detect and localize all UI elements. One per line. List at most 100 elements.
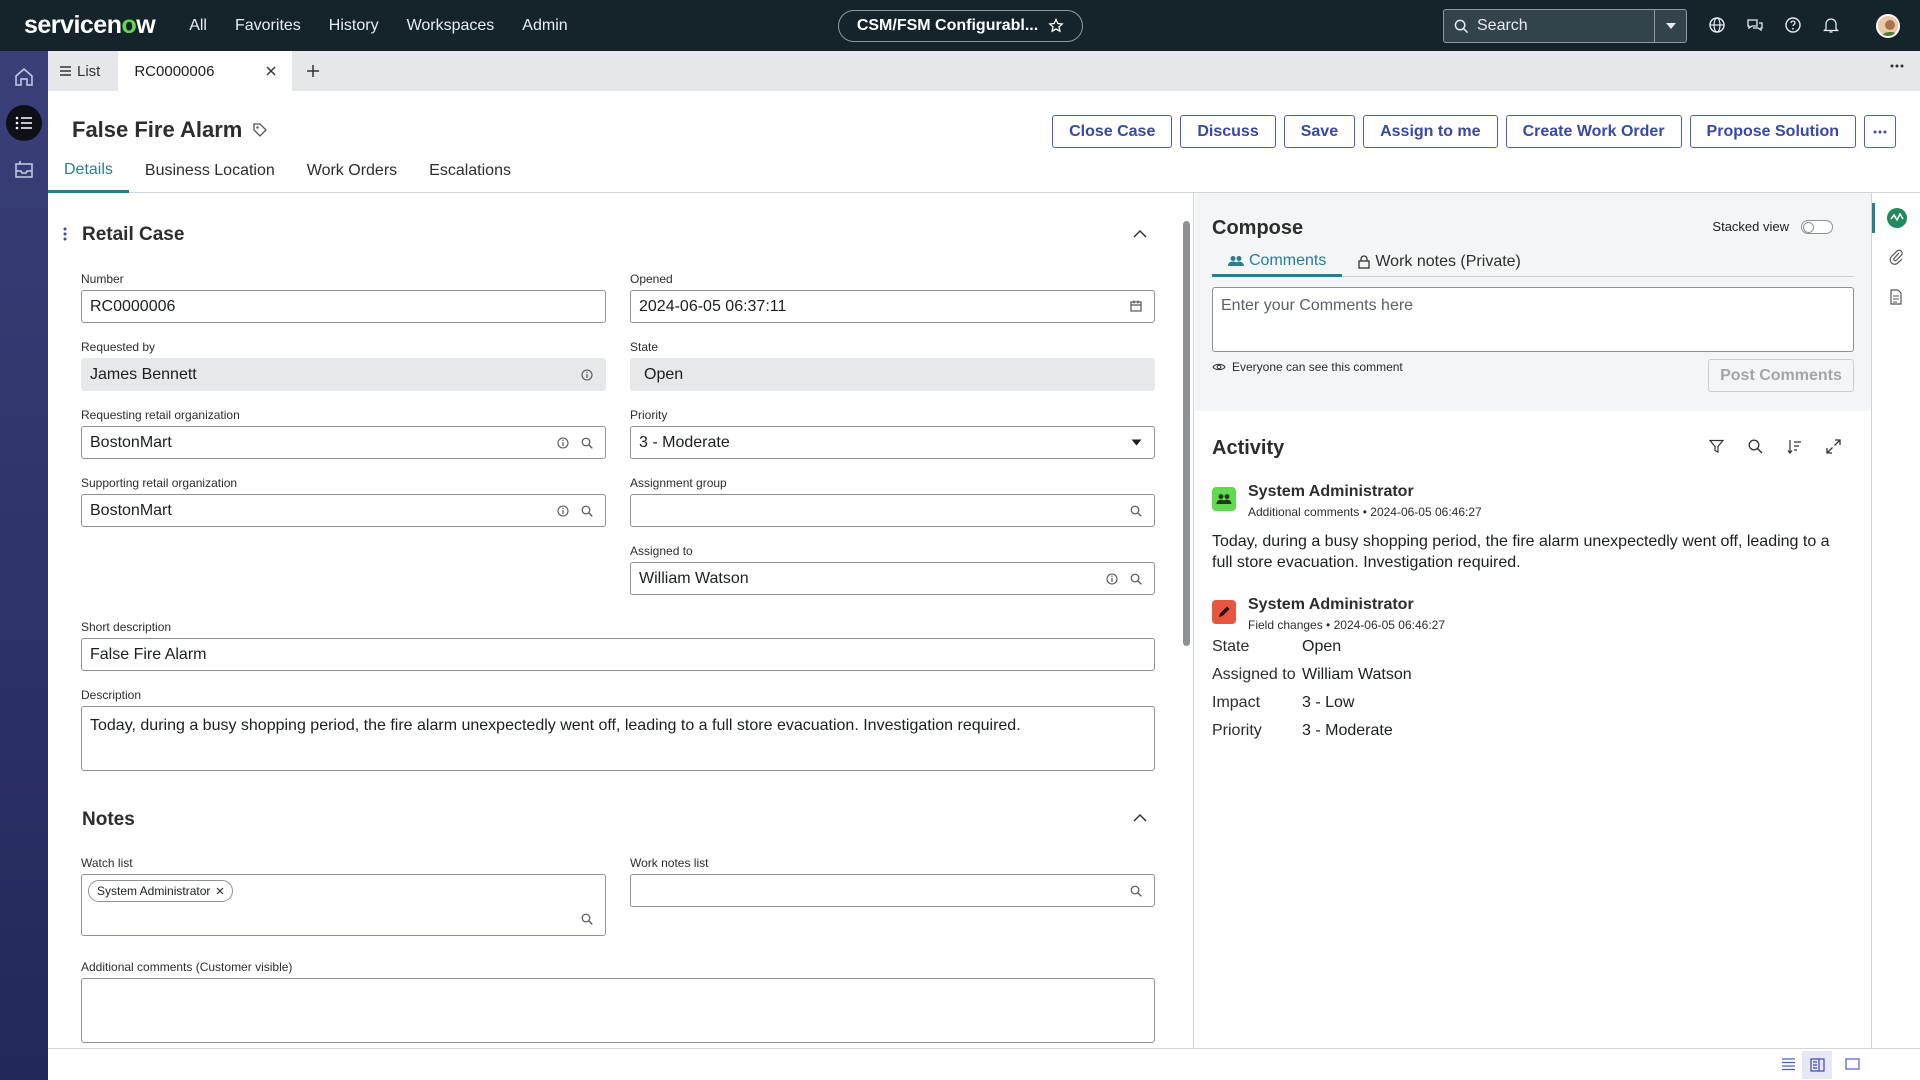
create-work-order-button[interactable]: Create Work Order (1505, 115, 1682, 148)
layout-single-icon[interactable] (1845, 1057, 1860, 1071)
rail-home[interactable] (10, 63, 38, 91)
assign-to-me-button[interactable]: Assign to me (1363, 115, 1498, 148)
tag-icon[interactable] (252, 122, 268, 138)
additional-comments-textarea[interactable] (81, 978, 1155, 1043)
rail-inbox[interactable] (10, 155, 38, 183)
servicenow-logo[interactable]: servicenow (24, 11, 156, 40)
tab-escalations[interactable]: Escalations (413, 149, 527, 193)
add-tab-icon[interactable] (306, 64, 320, 78)
search-icon[interactable] (581, 913, 593, 925)
activity-author[interactable]: System Administrator (1248, 596, 1414, 614)
document-icon[interactable] (1890, 289, 1902, 305)
globe-icon[interactable] (1708, 16, 1726, 34)
tab-list[interactable]: List (48, 51, 112, 91)
rail-list[interactable] (6, 105, 42, 141)
layout-list-icon[interactable] (1781, 1057, 1796, 1071)
paperclip-icon[interactable] (1889, 249, 1903, 265)
compose-tabs: Comments Work notes (Private) (1212, 247, 1854, 277)
search-icon[interactable] (1130, 885, 1142, 897)
tab-business-location[interactable]: Business Location (129, 149, 291, 193)
nav-workspaces[interactable]: Workspaces (407, 17, 495, 35)
search-icon[interactable] (581, 437, 593, 449)
search-input[interactable]: Search (1477, 17, 1654, 35)
users-icon (1216, 494, 1232, 504)
assignment-group-field[interactable] (630, 494, 1155, 527)
info-icon[interactable] (557, 505, 569, 517)
discuss-button[interactable]: Discuss (1180, 115, 1276, 148)
expand-icon[interactable] (1826, 439, 1841, 454)
layout-split-selected[interactable] (1802, 1051, 1832, 1079)
stacked-view-toggle[interactable]: Stacked view (1712, 219, 1833, 234)
close-case-button[interactable]: Close Case (1052, 115, 1173, 148)
tab-record[interactable]: RC0000006 (118, 51, 293, 91)
chevron-up-icon[interactable] (1133, 813, 1147, 822)
visibility-text: Everyone can see this comment (1232, 360, 1403, 374)
section-notes: Notes (82, 809, 135, 830)
requested-by-field: James Bennett (81, 358, 606, 391)
nav-favorites[interactable]: Favorites (235, 17, 301, 35)
watch-list-chip[interactable]: System Administrator (88, 880, 234, 902)
close-icon[interactable] (266, 66, 276, 76)
bell-icon[interactable] (1822, 16, 1840, 34)
tab-record-label: RC0000006 (134, 62, 215, 80)
description-textarea[interactable]: Today, during a busy shopping period, th… (81, 706, 1155, 771)
filter-icon[interactable] (1709, 439, 1724, 454)
info-icon[interactable] (1106, 573, 1118, 585)
nav-history[interactable]: History (329, 17, 379, 35)
short-description-field[interactable]: False Fire Alarm (81, 638, 1155, 671)
more-actions-button[interactable] (1864, 115, 1896, 148)
supporting-org-label: Supporting retail organization (81, 476, 238, 490)
user-avatar[interactable] (1876, 14, 1900, 38)
requesting-org-value: BostonMart (90, 433, 172, 451)
priority-select[interactable]: 3 - Moderate (630, 426, 1155, 459)
tab-details[interactable]: Details (48, 149, 129, 193)
search-icon[interactable] (1130, 505, 1142, 517)
save-button[interactable]: Save (1283, 115, 1356, 148)
activity-stream-icon[interactable] (1886, 207, 1908, 229)
side-panel: Compose Stacked view Comments Work notes… (1195, 193, 1871, 1048)
tab-work-orders[interactable]: Work Orders (291, 149, 413, 193)
star-icon[interactable] (1048, 18, 1064, 34)
search-icon[interactable] (1748, 439, 1763, 454)
stacked-view-switch[interactable] (1801, 219, 1833, 234)
users-icon (1228, 255, 1244, 266)
top-bar: servicenow All Favorites History Workspa… (0, 0, 1920, 51)
assigned-to-field[interactable]: William Watson (630, 562, 1155, 595)
global-search[interactable]: Search (1443, 9, 1687, 43)
priority-value: 3 - Moderate (639, 433, 730, 451)
comment-input[interactable]: Enter your Comments here (1212, 287, 1854, 352)
help-icon[interactable] (1784, 16, 1802, 34)
opened-field[interactable]: 2024-06-05 06:37:11 (630, 290, 1155, 323)
field-change-name: Assigned to (1212, 666, 1296, 683)
more-horizontal-icon[interactable] (1890, 64, 1904, 68)
tab-work-notes[interactable]: Work notes (Private) (1342, 247, 1537, 277)
form-scrollbar[interactable] (1183, 221, 1190, 646)
calendar-icon[interactable] (1130, 300, 1142, 312)
supporting-org-field[interactable]: BostonMart (81, 494, 606, 527)
watch-list-field[interactable]: System Administrator (81, 874, 606, 936)
search-icon[interactable] (1130, 573, 1142, 585)
activity-author[interactable]: System Administrator (1248, 483, 1414, 501)
section-menu-icon[interactable] (63, 227, 67, 241)
tab-comments[interactable]: Comments (1212, 247, 1343, 277)
nav-all[interactable]: All (189, 17, 207, 35)
post-comments-button[interactable]: Post Comments (1708, 359, 1854, 392)
chevron-up-icon[interactable] (1133, 229, 1147, 238)
search-icon[interactable] (581, 505, 593, 517)
chat-icon[interactable] (1746, 16, 1764, 34)
info-icon[interactable] (557, 437, 569, 449)
field-change-value: Open (1302, 638, 1342, 655)
number-field[interactable]: RC0000006 (81, 290, 606, 323)
propose-solution-button[interactable]: Propose Solution (1689, 115, 1856, 148)
requesting-org-field[interactable]: BostonMart (81, 426, 606, 459)
app-context-pill[interactable]: CSM/FSM Configurabl... (838, 10, 1083, 42)
assignment-group-label: Assignment group (630, 476, 727, 490)
close-icon[interactable] (216, 887, 224, 895)
section-retail-case: Retail Case (82, 224, 185, 245)
sort-icon[interactable] (1787, 439, 1802, 454)
search-scope-dropdown[interactable] (1654, 10, 1686, 42)
work-notes-list-field[interactable] (630, 874, 1155, 907)
compose-panel: Compose Stacked view Comments Work notes… (1195, 193, 1871, 411)
info-icon[interactable] (581, 369, 593, 381)
nav-admin[interactable]: Admin (522, 17, 567, 35)
